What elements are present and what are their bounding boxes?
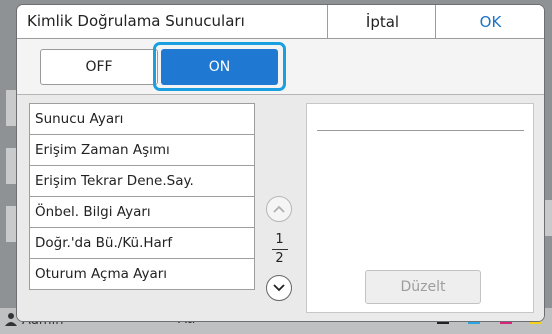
current-page: 1 (275, 232, 284, 247)
off-button[interactable]: OFF (40, 49, 158, 85)
page-up-button[interactable] (266, 196, 292, 222)
chevron-down-icon (273, 284, 285, 292)
list-item-cache-settings[interactable]: Önbel. Bilgi Ayarı (29, 197, 255, 228)
page-down-button[interactable] (266, 275, 292, 301)
edit-button[interactable]: Düzelt (365, 270, 481, 304)
detail-panel: Düzelt (306, 103, 534, 313)
list-item-access-timeout[interactable]: Erişim Zaman Aşımı (29, 135, 255, 166)
on-button[interactable]: ON (161, 49, 278, 85)
on-off-toggle: OFF ON (17, 39, 544, 95)
page-divider (271, 249, 288, 250)
cancel-button[interactable]: İptal (327, 5, 437, 38)
list-item-server-settings[interactable]: Sunucu Ayarı (29, 103, 255, 135)
detail-divider (317, 130, 524, 131)
ok-button[interactable]: OK (435, 5, 544, 38)
settings-list: Sunucu Ayarı Erişim Zaman Aşımı Erişim T… (29, 103, 255, 290)
chevron-up-icon (273, 205, 285, 213)
list-item-case-sensitivity[interactable]: Doğr.'da Bü./Kü.Harf (29, 228, 255, 259)
list-pager: 1 2 (261, 196, 301, 306)
page-indicator: 1 2 (261, 232, 298, 267)
list-item-access-retry-count[interactable]: Erişim Tekrar Dene.Say. (29, 166, 255, 197)
dialog-title: Kimlik Doğrulama Sunucuları (27, 12, 245, 30)
list-item-login-settings[interactable]: Oturum Açma Ayarı (29, 259, 255, 290)
total-pages: 2 (275, 251, 284, 266)
auth-servers-dialog: Kimlik Doğrulama Sunucuları İptal OK OFF… (17, 5, 544, 321)
dialog-title-bar: Kimlik Doğrulama Sunucuları İptal OK (17, 5, 544, 39)
settings-panel: Sunucu Ayarı Erişim Zaman Aşımı Erişim T… (17, 95, 544, 321)
user-icon (5, 313, 17, 326)
